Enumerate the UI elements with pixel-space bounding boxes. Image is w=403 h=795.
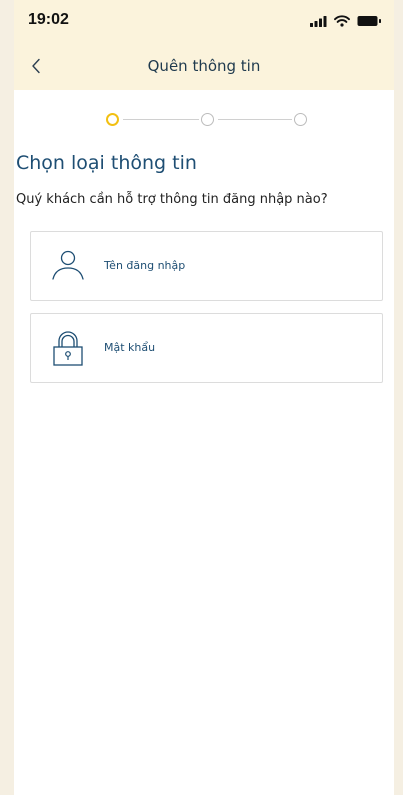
progress-stepper bbox=[14, 110, 394, 130]
section-description: Quý khách cần hỗ trợ thông tin đăng nhập… bbox=[16, 192, 328, 207]
phone-screen: 19:02 Quên thông tin Chọn loại thông tin… bbox=[0, 0, 403, 795]
navigation-bar: Quên thông tin bbox=[14, 44, 394, 90]
page-title: Quên thông tin bbox=[147, 57, 261, 75]
step-1-indicator bbox=[106, 113, 119, 126]
lock-icon bbox=[53, 331, 83, 366]
step-connector bbox=[123, 119, 199, 120]
status-bar: 19:02 bbox=[14, 0, 394, 44]
wifi-icon bbox=[334, 15, 350, 27]
option-label-password: Mật khẩu bbox=[104, 341, 156, 354]
status-icons bbox=[310, 14, 382, 28]
section-heading: Chọn loại thông tin bbox=[16, 152, 197, 174]
battery-icon bbox=[357, 16, 381, 26]
step-2-indicator bbox=[201, 113, 214, 126]
user-icon bbox=[52, 250, 84, 280]
status-time: 19:02 bbox=[28, 11, 69, 28]
option-username[interactable]: Tên đăng nhập bbox=[30, 231, 383, 301]
step-3-indicator bbox=[294, 113, 307, 126]
step-connector bbox=[218, 119, 292, 120]
option-label-username: Tên đăng nhập bbox=[104, 259, 186, 272]
main-content: Chọn loại thông tin Quý khách cần hỗ trợ… bbox=[14, 90, 394, 795]
option-password[interactable]: Mật khẩu bbox=[30, 313, 383, 383]
signal-icon bbox=[310, 15, 327, 27]
